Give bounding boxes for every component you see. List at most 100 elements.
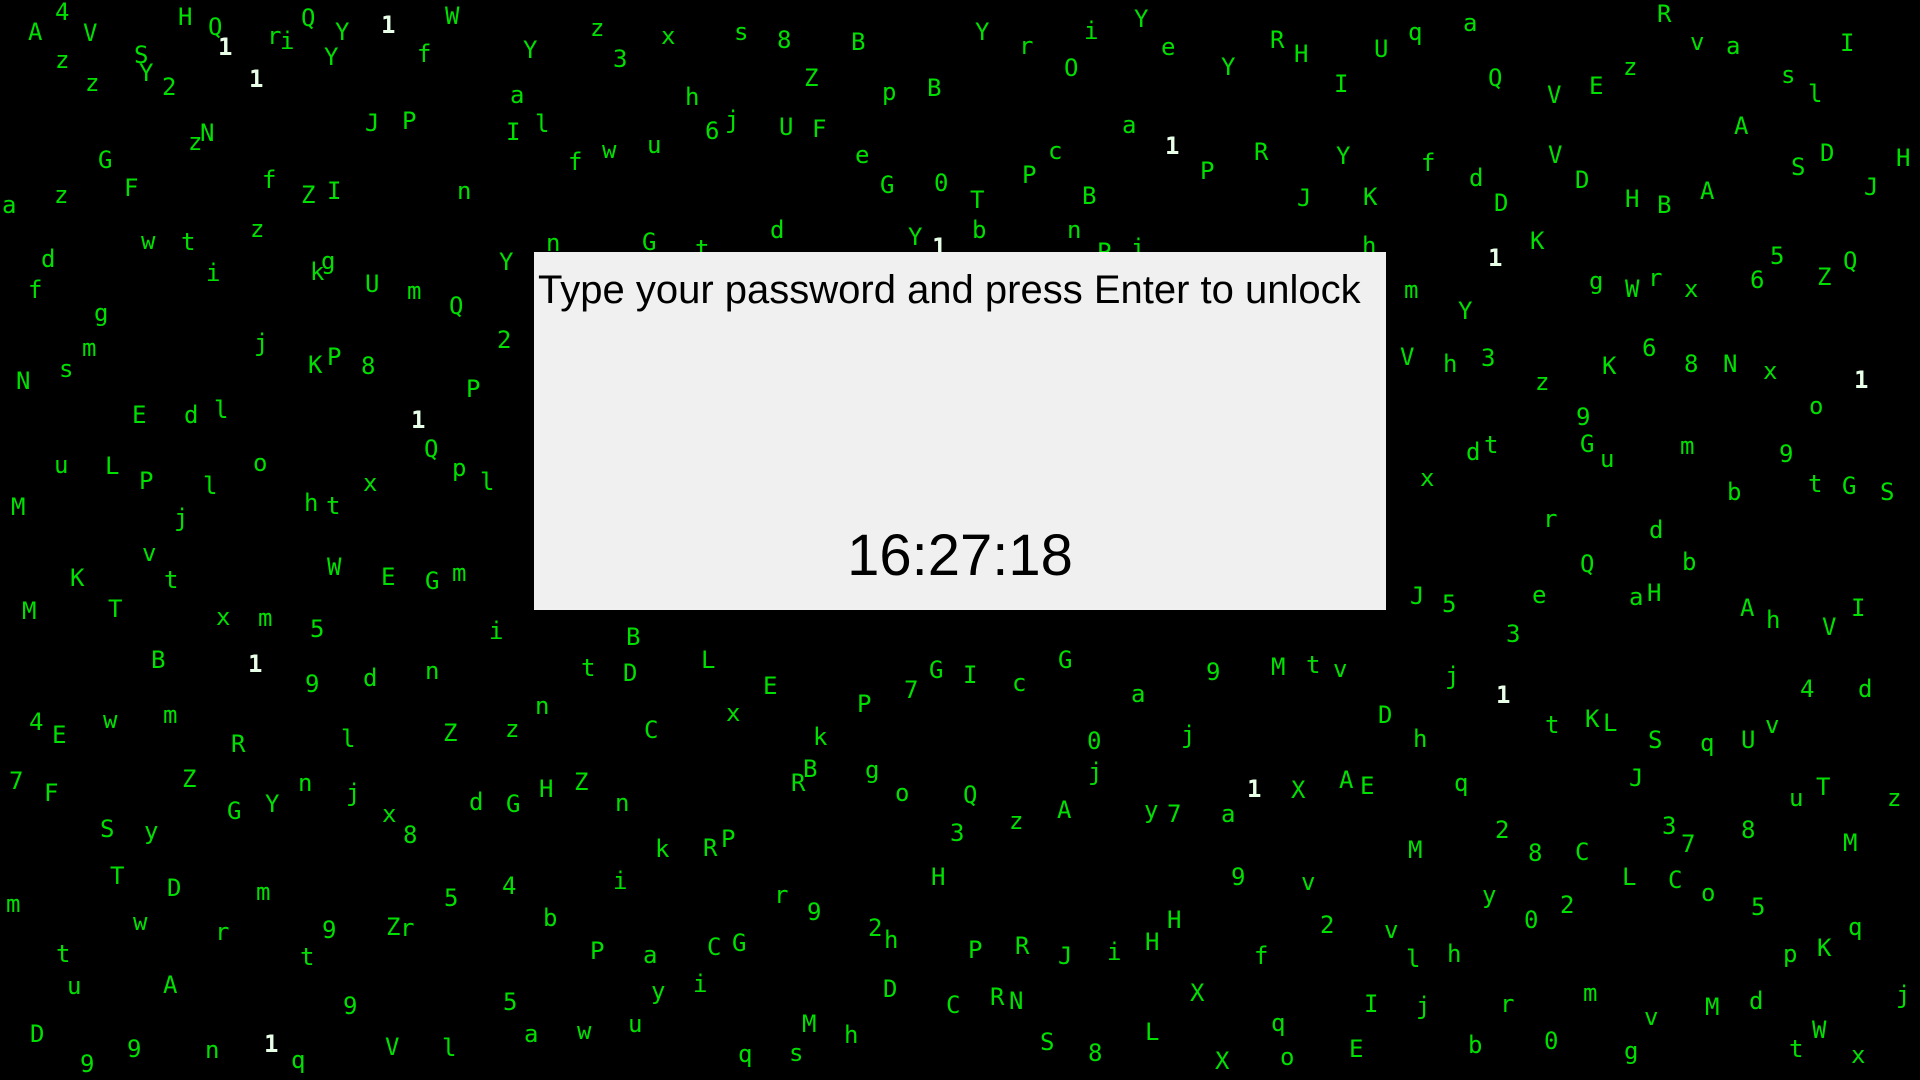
rain-glyph: H bbox=[1167, 906, 1182, 934]
rain-glyph: M bbox=[22, 597, 37, 625]
rain-glyph: C bbox=[1668, 866, 1683, 894]
rain-glyph: 9 bbox=[322, 916, 337, 944]
rain-glyph: i bbox=[613, 867, 628, 895]
rain-glyph: a bbox=[2, 191, 17, 219]
rain-glyph: d bbox=[1469, 164, 1484, 192]
rain-glyph: f bbox=[1421, 149, 1436, 177]
rain-glyph: B bbox=[626, 623, 641, 651]
rain-glyph: n bbox=[535, 692, 550, 720]
rain-glyph: 1 bbox=[249, 65, 264, 93]
rain-glyph: p bbox=[452, 454, 467, 482]
rain-glyph: 6 bbox=[705, 117, 720, 145]
unlock-dialog: Type your password and press Enter to un… bbox=[534, 252, 1390, 610]
rain-glyph: n bbox=[205, 1036, 220, 1064]
rain-glyph: t bbox=[56, 940, 71, 968]
rain-glyph: d bbox=[41, 245, 56, 273]
rain-glyph: e bbox=[1532, 581, 1547, 609]
rain-glyph: h bbox=[1766, 606, 1781, 634]
rain-glyph: Z bbox=[1817, 263, 1832, 291]
rain-glyph: 0 bbox=[1544, 1027, 1559, 1055]
rain-glyph: l bbox=[535, 110, 550, 138]
rain-glyph: j bbox=[1416, 992, 1431, 1020]
rain-glyph: m bbox=[256, 878, 271, 906]
rain-glyph: E bbox=[763, 672, 778, 700]
rain-glyph: j bbox=[1445, 662, 1460, 690]
rain-glyph: v bbox=[1333, 655, 1348, 683]
rain-glyph: z bbox=[54, 181, 69, 209]
rain-glyph: M bbox=[1271, 653, 1286, 681]
rain-glyph: 1 bbox=[1165, 132, 1180, 160]
rain-glyph: R bbox=[1015, 932, 1030, 960]
rain-glyph: m bbox=[407, 277, 422, 305]
rain-glyph: M bbox=[1705, 993, 1720, 1021]
rain-glyph: j bbox=[1088, 758, 1103, 786]
rain-glyph: d bbox=[1466, 438, 1481, 466]
rain-glyph: r bbox=[215, 918, 230, 946]
rain-glyph: S bbox=[100, 815, 115, 843]
rain-glyph: 5 bbox=[1751, 893, 1766, 921]
rain-glyph: 1 bbox=[1247, 775, 1262, 803]
rain-glyph: a bbox=[1726, 32, 1741, 60]
rain-glyph: j bbox=[1896, 981, 1911, 1009]
rain-glyph: m bbox=[258, 604, 273, 632]
rain-glyph: 8 bbox=[1528, 839, 1543, 867]
rain-glyph: Y bbox=[335, 18, 350, 46]
rain-glyph: c bbox=[1012, 669, 1027, 697]
rain-glyph: B bbox=[151, 646, 166, 674]
rain-glyph: G bbox=[1580, 430, 1595, 458]
rain-glyph: d bbox=[1749, 987, 1764, 1015]
rain-glyph: P bbox=[857, 690, 872, 718]
rain-glyph: z bbox=[590, 14, 605, 42]
rain-glyph: L bbox=[1622, 863, 1637, 891]
rain-glyph: P bbox=[1200, 157, 1215, 185]
rain-glyph: 4 bbox=[502, 872, 517, 900]
rain-glyph: B bbox=[1657, 191, 1672, 219]
rain-glyph: S bbox=[1040, 1028, 1055, 1056]
rain-glyph: Z bbox=[386, 913, 401, 941]
rain-glyph: r bbox=[774, 881, 789, 909]
rain-glyph: v bbox=[1765, 711, 1780, 739]
rain-glyph: 3 bbox=[1481, 344, 1496, 372]
rain-glyph: W bbox=[445, 2, 460, 30]
rain-glyph: N bbox=[200, 119, 215, 147]
rain-glyph: t bbox=[581, 654, 596, 682]
rain-glyph: Q bbox=[963, 781, 978, 809]
rain-glyph: v bbox=[1690, 28, 1705, 56]
rain-glyph: Z bbox=[182, 765, 197, 793]
rain-glyph: h bbox=[1443, 350, 1458, 378]
rain-glyph: h bbox=[685, 83, 700, 111]
rain-glyph: B bbox=[1082, 182, 1097, 210]
rain-glyph: V bbox=[1548, 141, 1563, 169]
rain-glyph: e bbox=[1161, 33, 1176, 61]
rain-glyph: a bbox=[643, 941, 658, 969]
rain-glyph: R bbox=[990, 983, 1005, 1011]
rain-glyph: Y bbox=[523, 36, 538, 64]
rain-glyph: Q bbox=[449, 292, 464, 320]
rain-glyph: E bbox=[52, 721, 67, 749]
rain-glyph: 2 bbox=[868, 914, 883, 942]
rain-glyph: D bbox=[1378, 701, 1393, 729]
rain-glyph: 0 bbox=[934, 169, 949, 197]
rain-glyph: Y bbox=[1134, 5, 1149, 33]
rain-glyph: f bbox=[28, 276, 43, 304]
rain-glyph: u bbox=[628, 1010, 643, 1038]
rain-glyph: I bbox=[1334, 70, 1349, 98]
rain-glyph: l bbox=[1808, 80, 1823, 108]
rain-glyph: z bbox=[1009, 807, 1024, 835]
rain-glyph: G bbox=[98, 146, 113, 174]
rain-glyph: G bbox=[1842, 472, 1857, 500]
rain-glyph: 9 bbox=[343, 992, 358, 1020]
rain-glyph: 5 bbox=[503, 988, 518, 1016]
rain-glyph: t bbox=[1808, 470, 1823, 498]
clock-display: 16:27:18 bbox=[847, 523, 1073, 588]
rain-glyph: o bbox=[253, 449, 268, 477]
rain-glyph: G bbox=[425, 567, 440, 595]
rain-glyph: q bbox=[1408, 18, 1423, 46]
rain-glyph: q bbox=[1271, 1009, 1286, 1037]
password-input[interactable] bbox=[534, 328, 1390, 510]
rain-glyph: C bbox=[644, 716, 659, 744]
unlock-prompt: Type your password and press Enter to un… bbox=[538, 268, 1361, 312]
rain-glyph: m bbox=[6, 890, 21, 918]
rain-glyph: P bbox=[721, 825, 736, 853]
rain-glyph: X bbox=[1190, 979, 1205, 1007]
